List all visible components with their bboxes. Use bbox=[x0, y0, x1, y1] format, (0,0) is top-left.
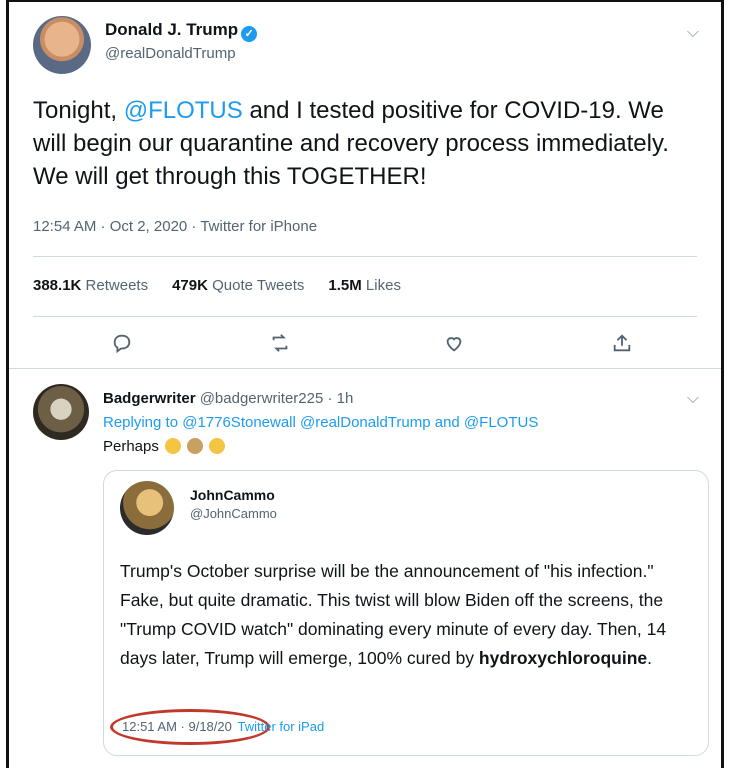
tweet-text-part: Tonight, bbox=[33, 97, 124, 124]
worried-face-icon bbox=[165, 438, 182, 454]
reply-icon[interactable] bbox=[109, 332, 135, 358]
divider bbox=[33, 316, 697, 317]
quoted-text: Trump's October surprise will be the ann… bbox=[120, 557, 694, 673]
avatar[interactable] bbox=[33, 16, 91, 74]
quoted-text-bold: hydroxychloroquine bbox=[478, 648, 648, 668]
divider bbox=[33, 256, 697, 257]
replying-to: Replying to @1776Stonewall @realDonaldTr… bbox=[103, 414, 538, 431]
reply-avatar[interactable] bbox=[33, 384, 89, 440]
quotes-label: Quote Tweets bbox=[212, 277, 305, 294]
display-name[interactable]: Donald J. Trump ✓ bbox=[105, 20, 258, 42]
tweet-timestamp[interactable]: 12:54 AM · Oct 2, 2020 · Twitter for iPh… bbox=[33, 218, 317, 235]
likes-label: Likes bbox=[365, 277, 401, 294]
verified-badge-icon: ✓ bbox=[241, 26, 258, 42]
tweet-text: Tonight, @FLOTUS and I tested positive f… bbox=[33, 94, 703, 193]
reply-text: Perhaps bbox=[103, 438, 226, 455]
chevron-down-icon[interactable]: ⌵ bbox=[687, 390, 699, 408]
quoted-avatar bbox=[120, 481, 174, 535]
display-name-text: Donald J. Trump bbox=[105, 20, 239, 39]
see-no-evil-icon bbox=[187, 438, 204, 454]
mention-link[interactable]: @FLOTUS bbox=[124, 97, 243, 124]
reply-display-name[interactable]: Badgerwriter bbox=[103, 390, 196, 407]
reply-header: Badgerwriter @badgerwriter225 · 1h bbox=[103, 390, 353, 407]
quoted-source: Twitter for iPad bbox=[237, 719, 325, 734]
reply-handle-time[interactable]: @badgerwriter225 · 1h bbox=[200, 390, 354, 407]
user-handle[interactable]: @realDonaldTrump bbox=[105, 45, 236, 62]
retweets-count: 388.1K bbox=[33, 277, 82, 294]
tweet-actions bbox=[9, 332, 721, 360]
likes-count: 1.5M bbox=[328, 277, 362, 294]
divider bbox=[9, 368, 721, 369]
quoted-time: 12:51 AM · 9/18/20 bbox=[122, 719, 232, 734]
quotes-stat[interactable]: 479K Quote Tweets bbox=[172, 277, 304, 294]
quoted-tweet[interactable]: JohnCammo @JohnCammo Trump's October sur… bbox=[103, 470, 709, 756]
retweet-icon[interactable] bbox=[267, 332, 293, 358]
tweet-stats: 388.1K Retweets 479K Quote Tweets 1.5M L… bbox=[33, 277, 401, 294]
quoted-handle: @JohnCammo bbox=[190, 506, 277, 521]
tweet-screenshot: Donald J. Trump ✓ @realDonaldTrump ⌵ Toni… bbox=[6, 0, 724, 768]
replying-to-text[interactable]: Replying to @1776Stonewall @realDonaldTr… bbox=[103, 414, 538, 431]
reply-text-content: Perhaps bbox=[103, 438, 159, 455]
share-icon[interactable] bbox=[609, 332, 635, 358]
quoted-text-end: . bbox=[647, 648, 653, 668]
likes-stat[interactable]: 1.5M Likes bbox=[328, 277, 401, 294]
chevron-down-icon[interactable]: ⌵ bbox=[687, 24, 699, 42]
quotes-count: 479K bbox=[172, 277, 208, 294]
quoted-display-name: JohnCammo bbox=[190, 487, 275, 503]
quoted-timestamp: 12:51 AM · 9/18/20 Twitter for iPad bbox=[122, 719, 324, 734]
smirk-face-icon bbox=[209, 438, 226, 454]
like-icon[interactable] bbox=[441, 332, 467, 358]
retweets-stat[interactable]: 388.1K Retweets bbox=[33, 277, 148, 294]
retweets-label: Retweets bbox=[85, 277, 149, 294]
